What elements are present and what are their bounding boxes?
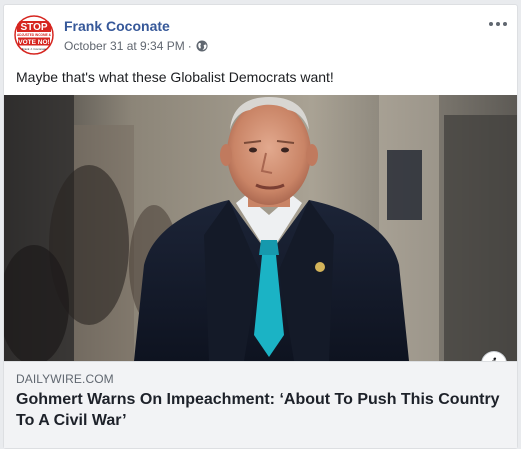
avatar-vote-text: VOTE NO!	[18, 39, 49, 46]
post-text: Maybe that's what these Globalist Democr…	[16, 69, 334, 85]
post-options-button[interactable]	[487, 16, 509, 32]
author-avatar[interactable]: STOP ADJUSTED INCOME & VOTE NO! Frank J.…	[14, 15, 54, 55]
link-domain: DAILYWIRE.COM	[16, 372, 114, 386]
post-timestamp-link[interactable]: October 31 at 9:34 PM	[64, 39, 185, 53]
avatar-logo: STOP ADJUSTED INCOME & VOTE NO! Frank J.…	[14, 15, 54, 55]
avatar-subtitle-text: ADJUSTED INCOME &	[17, 33, 52, 37]
author-name-link[interactable]: Frank Coconate	[64, 18, 170, 34]
link-caption[interactable]: DAILYWIRE.COM Gohmert Warns On Impeachme…	[4, 361, 517, 448]
avatar-name-text: Frank J. Coconate	[22, 47, 47, 51]
link-title[interactable]: Gohmert Warns On Impeachment: ‘About To …	[16, 389, 503, 431]
globe-icon[interactable]	[196, 40, 208, 52]
post-meta: October 31 at 9:34 PM ·	[64, 39, 208, 53]
link-preview-image[interactable]	[4, 95, 517, 361]
avatar-stop-text: STOP	[20, 22, 47, 33]
more-dot-icon	[496, 22, 500, 26]
more-dot-icon	[503, 22, 507, 26]
meta-separator: ·	[187, 39, 192, 53]
feed-post: STOP ADJUSTED INCOME & VOTE NO! Frank J.…	[3, 4, 518, 449]
more-dot-icon	[489, 22, 493, 26]
link-preview-card[interactable]: i DAILYWIRE.COM Gohmert Warns On Impeach…	[4, 95, 517, 448]
